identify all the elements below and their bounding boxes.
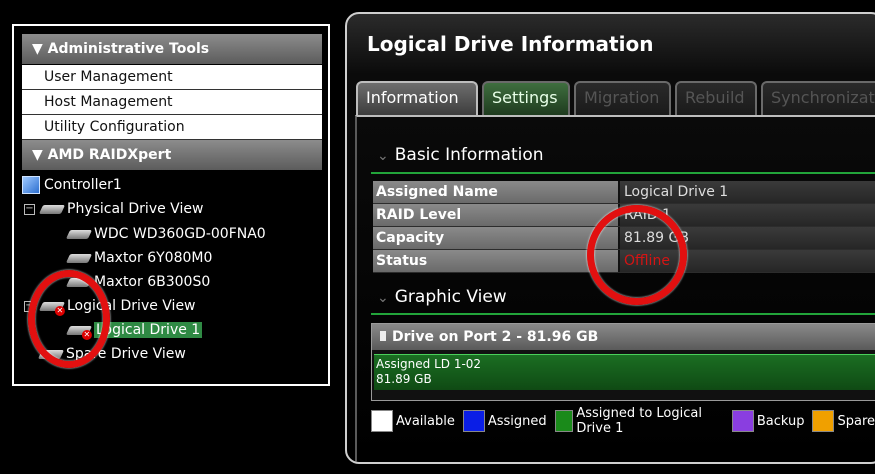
graphic-view-heading-label: Graphic View	[394, 287, 507, 307]
legend-item: Assigned to Logical Drive 1	[554, 406, 724, 436]
legend-label: Spare	[837, 413, 875, 429]
controller-label: Controller1	[44, 177, 122, 193]
drive-header: Drive on Port 2 - 81.96 GB	[372, 324, 875, 350]
row-key: Assigned Name	[373, 181, 618, 203]
tree-physical-drive[interactable]: Maxtor 6Y080M0	[65, 247, 213, 269]
legend-swatch	[731, 410, 754, 432]
tab-rebuild[interactable]: Rebuild	[675, 81, 757, 115]
legend-swatch	[371, 410, 393, 432]
controller-icon	[22, 176, 40, 194]
legend-item: Backup	[731, 410, 805, 432]
page-title: Logical Drive Information	[367, 32, 654, 56]
drive-pin-icon	[380, 331, 386, 341]
legend-label: Available	[396, 413, 455, 429]
divider	[371, 313, 875, 315]
row-key: RAID Level	[373, 204, 618, 226]
annotation-circle	[587, 205, 687, 305]
legend-item: Spare	[812, 410, 875, 432]
legend-item: Assigned	[462, 410, 547, 432]
chevron-down-icon: ⌄	[377, 290, 389, 306]
legend-label: Backup	[756, 413, 805, 429]
tree-physical-drive[interactable]: WDC WD360GD-00FNA0	[65, 223, 266, 245]
basic-info-heading-label: Basic Information	[394, 145, 544, 165]
drive-graphic: Drive on Port 2 - 81.96 GB Assigned LD 1…	[371, 323, 875, 401]
menu-user-management[interactable]: User Management	[22, 65, 322, 90]
basic-info-heading[interactable]: ⌄ Basic Information	[377, 145, 544, 165]
tree-physical-drive-view[interactable]: − Physical Drive View	[24, 198, 203, 220]
chevron-down-icon: ⌄	[377, 148, 389, 164]
segment-size: 81.89 GB	[376, 372, 432, 386]
menu-utility-configuration[interactable]: Utility Configuration	[22, 115, 322, 140]
drive-group-icon	[38, 204, 66, 214]
legend-swatch	[554, 410, 574, 432]
tab-migration[interactable]: Migration	[574, 81, 671, 115]
legend-item: Available	[371, 410, 455, 432]
graphic-view-heading[interactable]: ⌄ Graphic View	[377, 287, 507, 307]
logical-drive-label: Logical Drive 1	[94, 322, 203, 338]
tab-settings[interactable]: Settings	[482, 81, 570, 115]
assigned-segment[interactable]: Assigned LD 1-02 81.89 GB	[374, 354, 875, 390]
tree-controller[interactable]: Controller1	[22, 174, 122, 196]
row-key: Capacity	[373, 227, 618, 249]
legend-swatch	[812, 410, 835, 432]
raidxpert-header[interactable]: ▼ AMD RAIDXpert	[22, 140, 322, 170]
row-key: Status	[373, 250, 618, 272]
drive-title: Drive on Port 2 - 81.96 GB	[392, 329, 599, 345]
hard-drive-icon	[65, 229, 93, 239]
menu-host-management[interactable]: Host Management	[22, 90, 322, 115]
legend-label: Assigned	[487, 413, 547, 429]
physical-view-label: Physical Drive View	[67, 201, 204, 217]
collapse-icon[interactable]: −	[24, 203, 35, 215]
legend-swatch	[462, 410, 485, 432]
admin-tools-header[interactable]: ▼ Administrative Tools	[22, 34, 322, 64]
divider	[371, 172, 875, 174]
hard-drive-icon	[65, 253, 93, 263]
annotation-circle	[28, 270, 110, 368]
drive-label: WDC WD360GD-00FNA0	[94, 226, 266, 242]
tab-information[interactable]: Information	[356, 81, 478, 117]
table-row: Assigned Name Logical Drive 1	[373, 181, 875, 204]
drive-label: Maxtor 6Y080M0	[94, 250, 213, 266]
segment-label: Assigned LD 1-02	[376, 357, 482, 371]
tab-synchronization[interactable]: Synchronizati	[761, 81, 875, 115]
legend-label: Assigned to Logical Drive 1	[576, 406, 702, 436]
legend: Available Assigned Assigned to Logical D…	[371, 406, 875, 436]
drive-label: Maxtor 6B300S0	[94, 274, 211, 290]
row-value: Logical Drive 1	[618, 181, 875, 203]
